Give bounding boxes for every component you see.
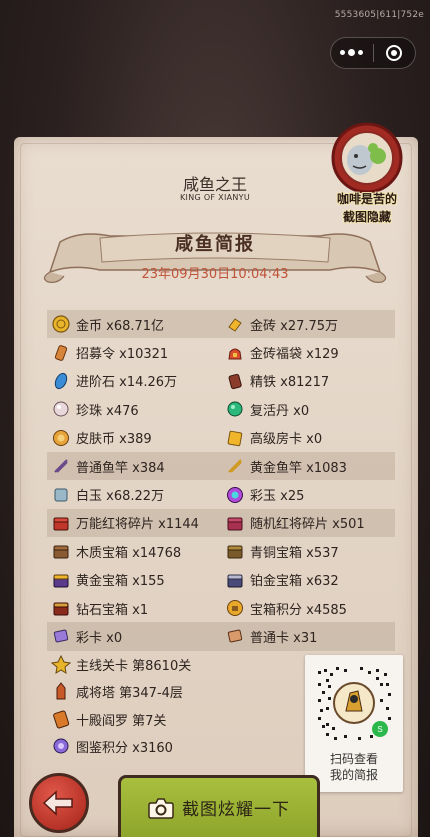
main-stage-icon <box>50 654 72 674</box>
fishing-rod-icon <box>51 456 71 476</box>
resource-row: 白玉 x68.22万 彩玉 x25 <box>47 480 395 508</box>
resource-row: 黄金宝箱 x155 铂金宝箱 x632 <box>47 566 395 594</box>
resource-item: 金币 x68.71亿 <box>47 314 221 334</box>
progress-yama: 十殿阎罗 第7关 <box>47 705 297 733</box>
resource-row: 金币 x68.71亿 金砖 x27.75万 <box>47 310 395 339</box>
skin-coin-icon <box>51 428 71 448</box>
gold-brick-icon <box>225 314 245 334</box>
chest-points-icon <box>225 598 245 618</box>
revive-pill-icon <box>225 399 245 419</box>
share-screenshot-button[interactable]: 截图炫耀一下 <box>118 775 320 837</box>
miniprogram-capsule <box>330 37 416 69</box>
resource-row: 彩卡 x0 普通卡 x31 <box>47 622 395 651</box>
refined-iron-icon <box>225 371 245 391</box>
report-date: 23年09月30日10:04:43 <box>141 267 289 282</box>
resource-row: 钻石宝箱 x1 宝箱积分 x4585 <box>47 594 395 622</box>
resource-row: 进阶石 x14.26万 精铁 x81217 <box>47 367 395 395</box>
progress-codex: 图鉴积分 x3160 <box>47 732 297 760</box>
bronze-chest-icon <box>225 541 245 561</box>
more-button[interactable] <box>331 38 373 68</box>
resource-row: 普通鱼竿 x384 黄金鱼竿 x1083 <box>47 451 395 481</box>
back-arrow-icon <box>42 790 73 816</box>
color-jade-icon <box>225 485 245 505</box>
progress-tower: 咸将塔 第347-4层 <box>47 677 297 705</box>
report-title: 咸鱼简报 <box>175 234 255 255</box>
qr-card[interactable]: S 扫码查看 我的简报 <box>305 655 403 792</box>
back-button[interactable] <box>29 773 89 833</box>
recruit-order-icon <box>51 343 71 363</box>
random-shard-chest-icon <box>225 513 245 533</box>
camera-icon <box>148 797 174 819</box>
share-button-label: 截图炫耀一下 <box>182 800 290 820</box>
resource-row: 招募令 x10321 金砖福袋 x129 <box>47 338 395 366</box>
normal-card-icon <box>225 626 245 646</box>
resource-item: 金砖 x27.75万 <box>221 314 395 334</box>
yama-icon <box>51 709 71 729</box>
pearl-icon <box>51 399 71 419</box>
wooden-chest-icon <box>51 541 71 561</box>
qr-caption-line1: 扫码查看 <box>329 752 378 766</box>
close-miniprogram-button[interactable] <box>374 38 416 68</box>
gold-fishing-rod-icon <box>225 456 245 476</box>
gold-chest-icon <box>51 570 71 590</box>
tower-icon <box>51 681 71 701</box>
resource-row: 木质宝箱 x14768 青铜宝箱 x537 <box>47 537 395 565</box>
build-id: 5553605|611|752e <box>334 10 424 20</box>
progress-main-stage: 主线关卡 第8610关 <box>47 650 297 678</box>
target-close-icon <box>386 45 403 61</box>
universal-shard-chest-icon <box>51 513 71 533</box>
qr-code: S <box>314 663 394 743</box>
resource-row: 珍珠 x476 复活丹 x0 <box>47 395 395 423</box>
gold-coin-icon <box>51 314 71 334</box>
badge-line2: 截图隐藏 <box>342 210 391 224</box>
resource-list: 金币 x68.71亿 金砖 x27.75万 招募令 x10321 金砖福袋 x1… <box>47 310 395 651</box>
diamond-chest-icon <box>51 598 71 618</box>
gold-brick-bag-icon <box>225 343 245 363</box>
color-card-icon <box>51 626 71 646</box>
more-dots-icon <box>340 49 364 56</box>
codex-points-icon <box>51 736 71 756</box>
resource-row: 皮肤币 x389 高级房卡 x0 <box>47 424 395 452</box>
platinum-chest-icon <box>225 570 245 590</box>
badge-line1: 咖啡是苦的 <box>336 192 397 206</box>
svg-text:S: S <box>377 725 382 734</box>
advance-stone-icon <box>51 371 71 391</box>
white-jade-icon <box>51 485 71 505</box>
resource-row: 万能红将碎片 x1144 随机红将碎片 x501 <box>47 508 395 538</box>
premium-room-card-icon <box>225 428 245 448</box>
